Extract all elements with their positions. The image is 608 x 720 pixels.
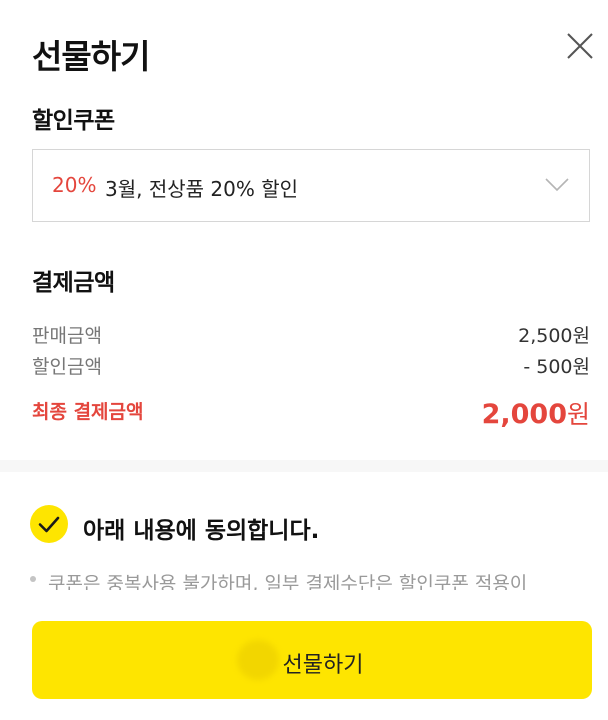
close-button[interactable] [562,28,598,64]
final-price-value: 2,000원 [482,395,590,431]
gift-submit-button[interactable]: 선물하기 [32,621,592,699]
gift-sheet: 선물하기 할인쿠폰 20% 3월, 전상품 20% 할인 결제금액 판매금액 2… [0,0,608,720]
sale-price-value: 2,500원 [518,325,590,347]
final-price-amount: 2,000 [481,399,567,430]
chevron-down-icon [545,178,569,192]
page-title: 선물하기 [32,37,150,76]
bullet-icon [30,576,36,582]
payment-section-label: 결제금액 [32,270,115,296]
notice-item: 쿠폰은 중복사용 불가하며, 일부 결제수단은 할인쿠폰 적용이 [30,568,608,590]
discount-label: 할인금액 [32,356,102,378]
agree-label[interactable]: 아래 내용에 동의합니다. [83,511,319,545]
coupon-section-label: 할인쿠폰 [32,108,115,134]
final-price-unit: 원 [566,400,590,429]
coupon-select[interactable]: 20% 3월, 전상품 20% 할인 [32,149,590,222]
notice-text: 쿠폰은 중복사용 불가하며, 일부 결제수단은 할인쿠폰 적용이 [48,573,528,590]
check-circle-icon [30,505,68,543]
submit-label: 선물하기 [282,653,364,678]
coupon-name: 3월, 전상품 20% 할인 [105,177,299,201]
final-price-label: 최종 결제금액 [32,401,144,423]
coupon-rate: 20% [52,173,97,197]
discount-value: - 500원 [523,356,590,378]
sale-price-label: 판매금액 [32,325,102,347]
close-icon [567,33,593,59]
section-divider [0,460,608,472]
agree-checkbox[interactable] [30,505,68,543]
